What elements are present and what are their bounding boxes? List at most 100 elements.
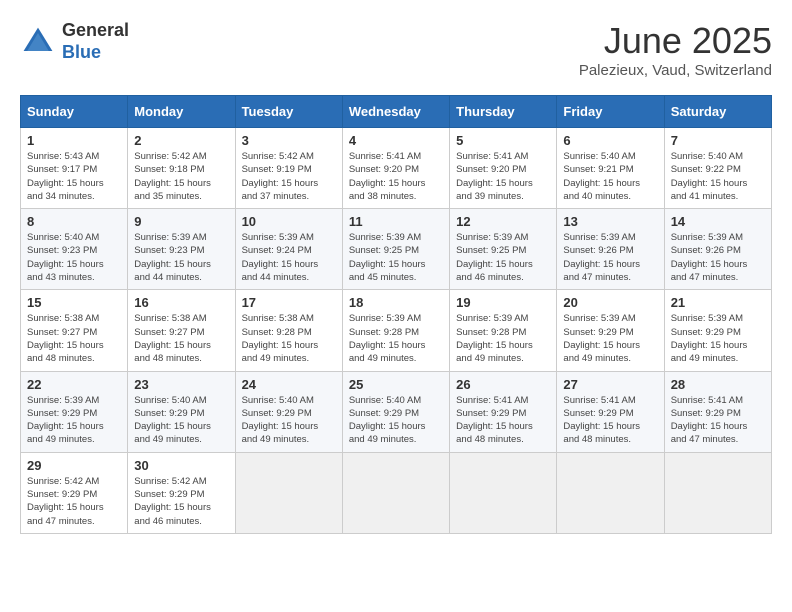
day-info: Sunrise: 5:40 AMSunset: 9:22 PMDaylight:…	[671, 150, 765, 203]
column-header-thursday: Thursday	[450, 96, 557, 128]
day-info: Sunrise: 5:39 AMSunset: 9:29 PMDaylight:…	[27, 394, 121, 447]
day-number: 6	[563, 133, 657, 148]
day-info: Sunrise: 5:41 AMSunset: 9:29 PMDaylight:…	[671, 394, 765, 447]
day-number: 22	[27, 377, 121, 392]
column-header-monday: Monday	[128, 96, 235, 128]
day-info: Sunrise: 5:39 AMSunset: 9:25 PMDaylight:…	[349, 231, 443, 284]
calendar-cell	[235, 452, 342, 533]
calendar-cell: 19Sunrise: 5:39 AMSunset: 9:28 PMDayligh…	[450, 290, 557, 371]
calendar-cell: 11 Sunrise: 5:39 AMSunset: 9:25 PMDayligh…	[342, 209, 449, 290]
day-number: 23	[134, 377, 228, 392]
day-number: 8	[27, 214, 121, 229]
calendar-cell: 18 Sunrise: 5:39 AMSunset: 9:28 PMDayligh…	[342, 290, 449, 371]
day-number: 7	[671, 133, 765, 148]
day-info: Sunrise: 5:42 AMSunset: 9:29 PMDaylight:…	[27, 475, 121, 528]
calendar-header-row: SundayMondayTuesdayWednesdayThursdayFrid…	[21, 96, 772, 128]
calendar-cell: 13 Sunrise: 5:39 AMSunset: 9:26 PMDayligh…	[557, 209, 664, 290]
day-number: 27	[563, 377, 657, 392]
calendar-cell: 14Sunrise: 5:39 AMSunset: 9:26 PMDayligh…	[664, 209, 771, 290]
column-header-saturday: Saturday	[664, 96, 771, 128]
calendar-cell: 24Sunrise: 5:40 AMSunset: 9:29 PMDayligh…	[235, 371, 342, 452]
calendar-cell: 28 Sunrise: 5:41 AMSunset: 9:29 PMDayligh…	[664, 371, 771, 452]
calendar-cell: 23Sunrise: 5:40 AMSunset: 9:29 PMDayligh…	[128, 371, 235, 452]
day-info: Sunrise: 5:39 AMSunset: 9:23 PMDaylight:…	[134, 231, 228, 284]
day-info: Sunrise: 5:40 AMSunset: 9:29 PMDaylight:…	[349, 394, 443, 447]
day-info: Sunrise: 5:42 AMSunset: 9:19 PMDaylight:…	[242, 150, 336, 203]
day-number: 13	[563, 214, 657, 229]
calendar-cell: 30 Sunrise: 5:42 AMSunset: 9:29 PMDayligh…	[128, 452, 235, 533]
logo-general-text: General	[62, 20, 129, 42]
day-info: Sunrise: 5:39 AMSunset: 9:26 PMDaylight:…	[563, 231, 657, 284]
day-number: 11	[349, 214, 443, 229]
logo-blue-text: Blue	[62, 42, 129, 64]
day-number: 16	[134, 295, 228, 310]
calendar-cell: 21 Sunrise: 5:39 AMSunset: 9:29 PMDayligh…	[664, 290, 771, 371]
title-block: June 2025 Palezieux, Vaud, Switzerland	[579, 20, 772, 79]
calendar-table: SundayMondayTuesdayWednesdayThursdayFrid…	[20, 95, 772, 534]
day-number: 21	[671, 295, 765, 310]
day-number: 2	[134, 133, 228, 148]
day-number: 15	[27, 295, 121, 310]
day-info: Sunrise: 5:39 AMSunset: 9:26 PMDaylight:…	[671, 231, 765, 284]
day-number: 9	[134, 214, 228, 229]
day-info: Sunrise: 5:39 AMSunset: 9:24 PMDaylight:…	[242, 231, 336, 284]
day-number: 26	[456, 377, 550, 392]
day-info: Sunrise: 5:39 AMSunset: 9:29 PMDaylight:…	[563, 312, 657, 365]
day-number: 4	[349, 133, 443, 148]
calendar-cell: 8 Sunrise: 5:40 AMSunset: 9:23 PMDaylight…	[21, 209, 128, 290]
day-info: Sunrise: 5:43 AMSunset: 9:17 PMDaylight:…	[27, 150, 121, 203]
day-number: 19	[456, 295, 550, 310]
day-number: 10	[242, 214, 336, 229]
calendar-week-3: 15 Sunrise: 5:38 AMSunset: 9:27 PMDayligh…	[21, 290, 772, 371]
calendar-cell	[557, 452, 664, 533]
column-header-wednesday: Wednesday	[342, 96, 449, 128]
day-number: 28	[671, 377, 765, 392]
calendar-cell: 16 Sunrise: 5:38 AMSunset: 9:27 PMDayligh…	[128, 290, 235, 371]
day-number: 18	[349, 295, 443, 310]
day-info: Sunrise: 5:39 AMSunset: 9:28 PMDaylight:…	[349, 312, 443, 365]
day-info: Sunrise: 5:41 AMSunset: 9:29 PMDaylight:…	[563, 394, 657, 447]
day-info: Sunrise: 5:39 AMSunset: 9:29 PMDaylight:…	[671, 312, 765, 365]
calendar-week-4: 22 Sunrise: 5:39 AMSunset: 9:29 PMDayligh…	[21, 371, 772, 452]
calendar-cell: 3 Sunrise: 5:42 AMSunset: 9:19 PMDaylight…	[235, 128, 342, 209]
day-number: 30	[134, 458, 228, 473]
column-header-tuesday: Tuesday	[235, 96, 342, 128]
calendar-week-1: 1 Sunrise: 5:43 AMSunset: 9:17 PMDaylight…	[21, 128, 772, 209]
calendar-cell: 27 Sunrise: 5:41 AMSunset: 9:29 PMDayligh…	[557, 371, 664, 452]
page-header: General Blue June 2025 Palezieux, Vaud, …	[20, 20, 772, 79]
calendar-cell: 25Sunrise: 5:40 AMSunset: 9:29 PMDayligh…	[342, 371, 449, 452]
day-info: Sunrise: 5:40 AMSunset: 9:21 PMDaylight:…	[563, 150, 657, 203]
day-info: Sunrise: 5:38 AMSunset: 9:28 PMDaylight:…	[242, 312, 336, 365]
logo-icon	[20, 24, 56, 60]
day-info: Sunrise: 5:41 AMSunset: 9:20 PMDaylight:…	[349, 150, 443, 203]
calendar-cell	[664, 452, 771, 533]
calendar-cell: 6 Sunrise: 5:40 AMSunset: 9:21 PMDaylight…	[557, 128, 664, 209]
calendar-cell: 2Sunrise: 5:42 AMSunset: 9:18 PMDaylight…	[128, 128, 235, 209]
column-header-friday: Friday	[557, 96, 664, 128]
day-info: Sunrise: 5:39 AMSunset: 9:25 PMDaylight:…	[456, 231, 550, 284]
day-info: Sunrise: 5:40 AMSunset: 9:23 PMDaylight:…	[27, 231, 121, 284]
calendar-cell: 5Sunrise: 5:41 AMSunset: 9:20 PMDaylight…	[450, 128, 557, 209]
calendar-week-2: 8 Sunrise: 5:40 AMSunset: 9:23 PMDaylight…	[21, 209, 772, 290]
calendar-cell: 7 Sunrise: 5:40 AMSunset: 9:22 PMDaylight…	[664, 128, 771, 209]
column-header-sunday: Sunday	[21, 96, 128, 128]
day-info: Sunrise: 5:38 AMSunset: 9:27 PMDaylight:…	[134, 312, 228, 365]
day-number: 12	[456, 214, 550, 229]
calendar-cell: 15 Sunrise: 5:38 AMSunset: 9:27 PMDayligh…	[21, 290, 128, 371]
day-number: 5	[456, 133, 550, 148]
location-text: Palezieux, Vaud, Switzerland	[579, 62, 772, 79]
calendar-cell: 4 Sunrise: 5:41 AMSunset: 9:20 PMDaylight…	[342, 128, 449, 209]
day-number: 1	[27, 133, 121, 148]
calendar-cell: 1 Sunrise: 5:43 AMSunset: 9:17 PMDaylight…	[21, 128, 128, 209]
day-info: Sunrise: 5:38 AMSunset: 9:27 PMDaylight:…	[27, 312, 121, 365]
calendar-week-5: 29Sunrise: 5:42 AMSunset: 9:29 PMDayligh…	[21, 452, 772, 533]
calendar-cell	[450, 452, 557, 533]
day-number: 3	[242, 133, 336, 148]
calendar-cell	[342, 452, 449, 533]
day-info: Sunrise: 5:41 AMSunset: 9:29 PMDaylight:…	[456, 394, 550, 447]
day-info: Sunrise: 5:42 AMSunset: 9:29 PMDaylight:…	[134, 475, 228, 528]
calendar-cell: 29Sunrise: 5:42 AMSunset: 9:29 PMDayligh…	[21, 452, 128, 533]
calendar-cell: 26 Sunrise: 5:41 AMSunset: 9:29 PMDayligh…	[450, 371, 557, 452]
calendar-cell: 22 Sunrise: 5:39 AMSunset: 9:29 PMDayligh…	[21, 371, 128, 452]
logo: General Blue	[20, 20, 129, 63]
